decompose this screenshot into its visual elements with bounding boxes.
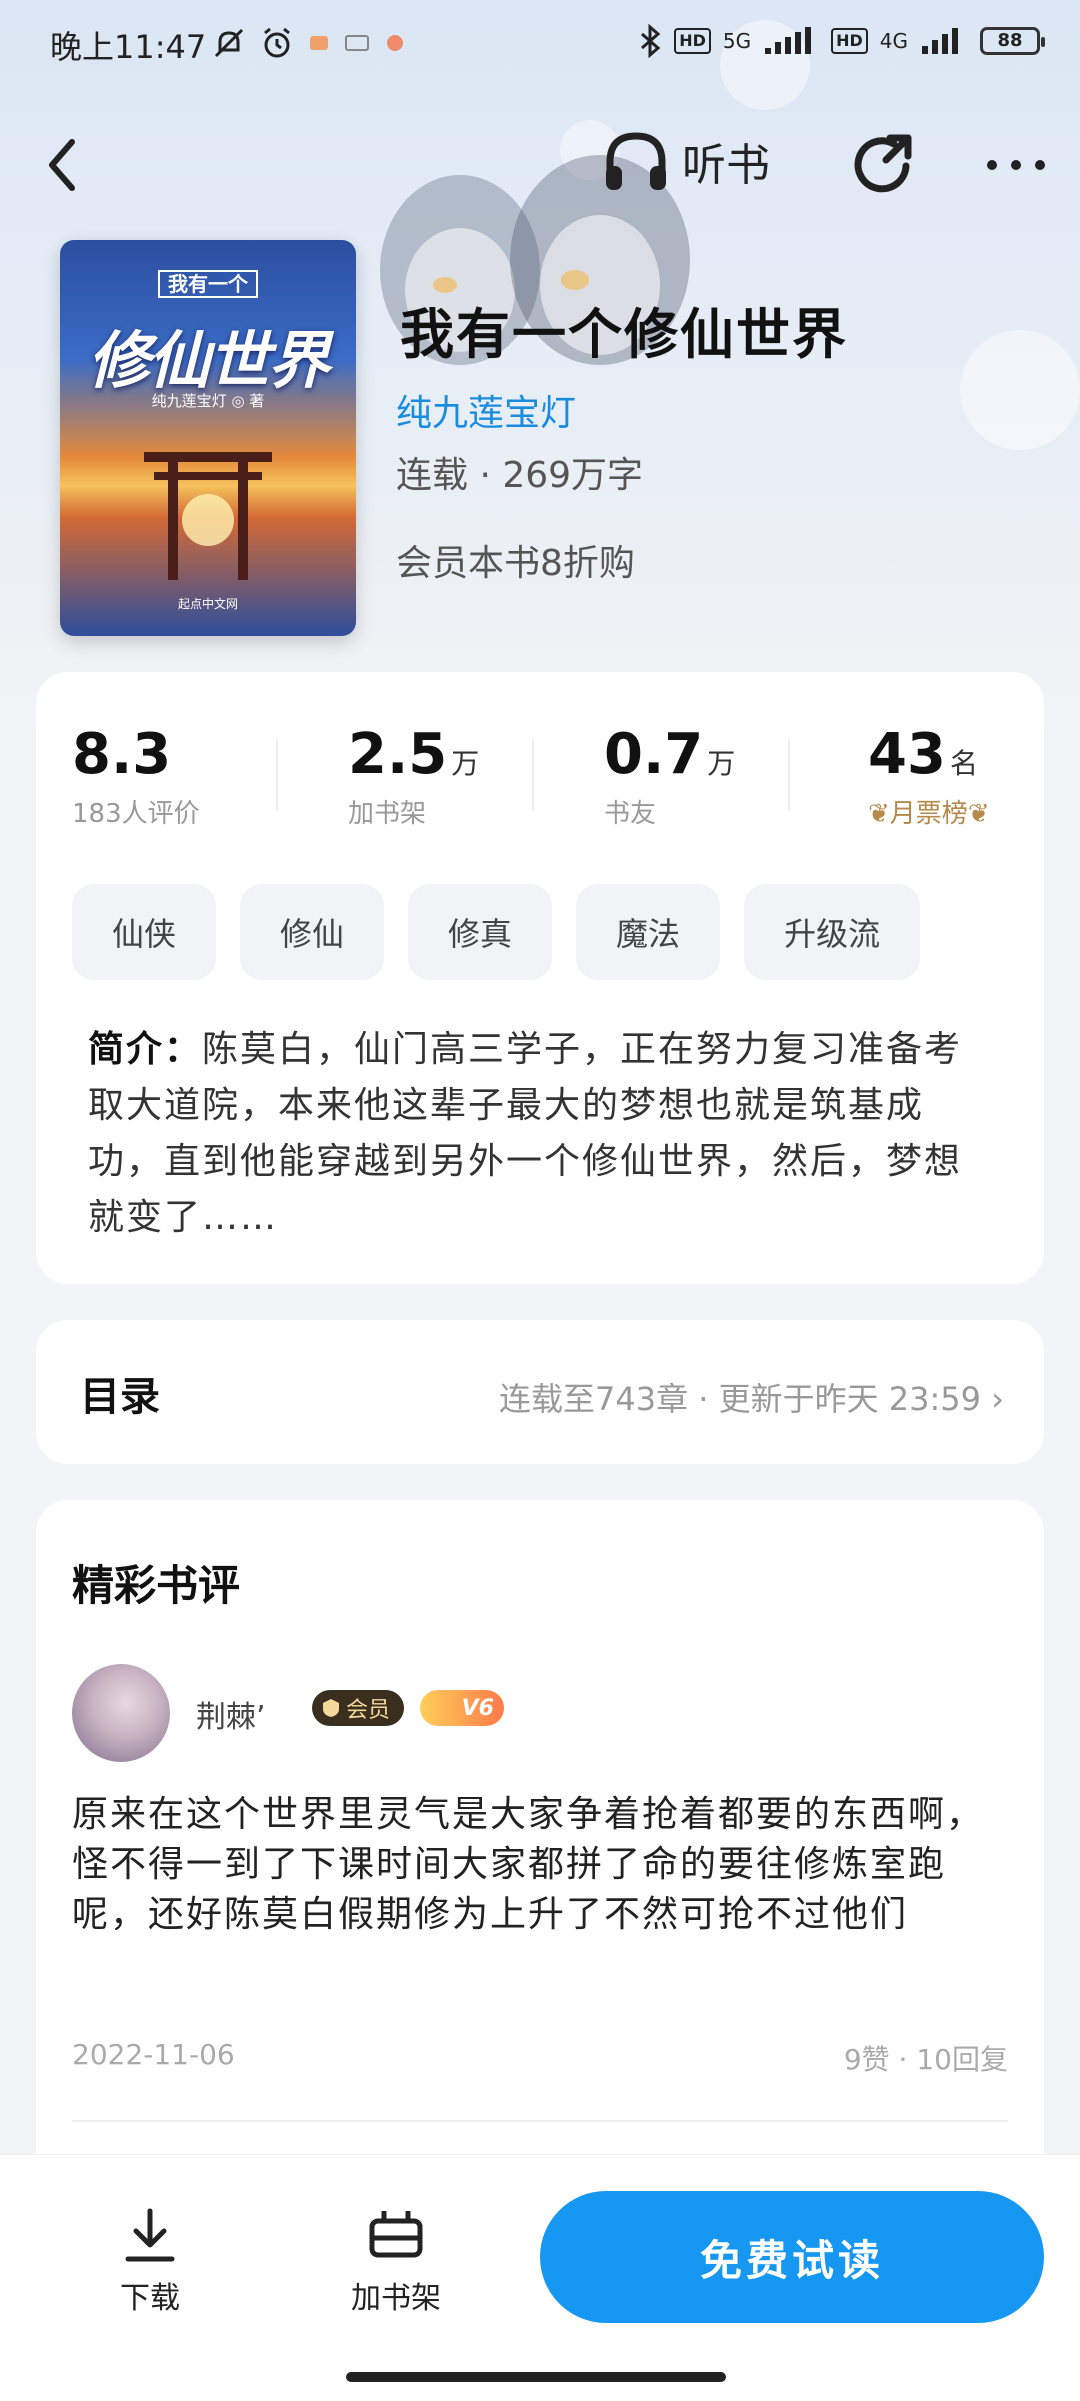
book-meta: 连载 · 269万字 (396, 455, 644, 496)
status-notification-icons (212, 26, 406, 60)
book-intro[interactable]: 简介：陈莫白，仙门高三学子，正在努力复习准备考取大道院，本来他这辈子最大的梦想也… (88, 1022, 968, 1246)
book-title: 我有一个修仙世界 (400, 303, 848, 366)
headphones-icon (606, 132, 666, 190)
hd-badge: HD (831, 28, 868, 54)
app-notification-icon (310, 36, 328, 50)
stat-unit: 万 (707, 747, 736, 780)
cover-author: 纯九莲宝灯 ◎ 著 (151, 392, 265, 410)
status-system-icons: HD 5G HD 4G 88 (638, 24, 1045, 58)
signal-icon (765, 27, 812, 54)
mute-icon (214, 28, 244, 58)
free-trial-read-button[interactable]: 免费试读 (540, 2191, 1044, 2323)
stat-value: 0.7 (604, 722, 704, 787)
reviews-heading: 精彩书评 (72, 1561, 241, 1610)
app-notification-icon (387, 35, 403, 51)
stat-rating[interactable]: 8.3 183人评价 (72, 722, 200, 830)
stat-shelf[interactable]: 2.5 万 加书架 (348, 722, 479, 830)
toc-status: 连载至743章 · 更新于昨天 23:59 › (499, 1380, 1004, 1418)
screen-notification-icon (345, 35, 369, 51)
intro-label: 简介： (88, 1029, 203, 1070)
network-4g-label: 4G (879, 29, 908, 53)
laurel-right-icon: ❦ (967, 799, 990, 829)
bluetooth-icon (641, 24, 661, 58)
listen-label: 听书 (682, 140, 770, 191)
network-5g-label: 5G (722, 29, 752, 53)
stat-label: 183人评价 (72, 799, 200, 829)
home-indicator[interactable] (346, 2372, 726, 2382)
stat-label: 书友 (604, 799, 657, 829)
tag-chip[interactable]: 魔法 (576, 884, 721, 980)
table-of-contents-row[interactable]: 目录 连载至743章 · 更新于昨天 23:59 › (36, 1320, 1044, 1464)
review-stats[interactable]: 9赞 · 10回复 (844, 2038, 1008, 2078)
reviews-card: 精彩书评 荆棘’ 会员 V6 原来在这个世界里灵气是大家争着抢着都要的东西啊，怪… (36, 1500, 1044, 2200)
stat-divider (788, 740, 790, 810)
vip-badge: 会员 (312, 1690, 405, 1726)
book-cover[interactable]: 我有一个 修仙世界 纯九莲宝灯 ◎ 著 起点中文网 (60, 240, 356, 636)
laurel-left-icon: ❦ (868, 799, 890, 829)
bottom-action-bar: 下载 加书架 免费试读 (0, 2154, 1080, 2401)
review-text[interactable]: 原来在这个世界里灵气是大家争着抢着都要的东西啊，怪不得一到了下课时间大家都拼了命… (72, 1790, 1012, 1940)
reviewer-name[interactable]: 荆棘’ (196, 1692, 266, 1736)
stat-value: 43 (868, 722, 946, 787)
review-divider (72, 2120, 1008, 2122)
stat-value: 2.5 (348, 722, 448, 787)
alarm-icon (264, 27, 290, 58)
stat-readers[interactable]: 0.7 万 书友 (604, 722, 735, 830)
add-to-shelf-label: 加书架 (351, 2281, 441, 2316)
membership-promo[interactable]: 会员本书8折购 (396, 534, 635, 586)
avatar[interactable] (72, 1664, 170, 1762)
cover-title: 修仙世界 (87, 324, 330, 397)
decorative-bubble (960, 330, 1080, 450)
stat-unit: 名 (949, 747, 978, 780)
stat-monthly-rank[interactable]: 43 名 ❦月票榜❦ (868, 722, 990, 830)
tag-chip[interactable]: 修真 (408, 884, 553, 980)
stat-divider (276, 740, 278, 810)
hd-badge: HD (674, 28, 711, 54)
stat-divider (532, 740, 534, 810)
book-stats-card: 8.3 183人评价 2.5 万 加书架 0.7 万 书友 43 名 ❦月票榜❦ 仙侠… (36, 672, 1044, 1284)
stat-label: ❦月票榜❦ (868, 799, 990, 829)
tag-chip[interactable]: 仙侠 (72, 884, 217, 980)
status-time: 晚上11:47 (50, 28, 207, 66)
stat-unit: 万 (451, 747, 480, 780)
listen-button[interactable]: 听书 (600, 128, 770, 194)
toc-title: 目录 (80, 1374, 160, 1420)
torii-gate-illustration (144, 452, 272, 580)
intro-text: 陈莫白，仙门高三学子，正在努力复习准备考取大道院，本来他这辈子最大的梦想也就是筑… (88, 1029, 963, 1238)
back-icon[interactable] (38, 130, 88, 200)
battery-indicator: 88 (980, 27, 1045, 55)
download-icon (125, 2208, 175, 2262)
signal-icon (922, 28, 958, 54)
stat-value: 8.3 (72, 722, 172, 787)
vip-shield-icon (323, 1699, 339, 1717)
more-options-icon[interactable] (984, 150, 1048, 180)
download-label: 下载 (120, 2281, 180, 2316)
cover-top-label: 我有一个 (60, 268, 356, 298)
level-badge: V6 (420, 1690, 504, 1726)
tag-chip[interactable]: 升级流 (744, 884, 921, 980)
download-button[interactable]: 下载 (70, 2207, 230, 2317)
stat-label: 加书架 (348, 799, 427, 829)
review-date: 2022-11-06 (72, 2038, 235, 2071)
status-bar: 晚上11:47 HD 5G HD 4G 88 (0, 0, 1080, 90)
cover-publisher: 起点中文网 (177, 597, 238, 611)
tag-chip[interactable]: 修仙 (240, 884, 385, 980)
tag-list: 仙侠 修仙 修真 魔法 升级流 (72, 884, 921, 980)
bookshelf-add-icon (369, 2211, 423, 2258)
book-author-link[interactable]: 纯九莲宝灯 (396, 384, 576, 436)
share-icon[interactable] (848, 130, 920, 202)
add-to-shelf-button[interactable]: 加书架 (316, 2207, 476, 2317)
